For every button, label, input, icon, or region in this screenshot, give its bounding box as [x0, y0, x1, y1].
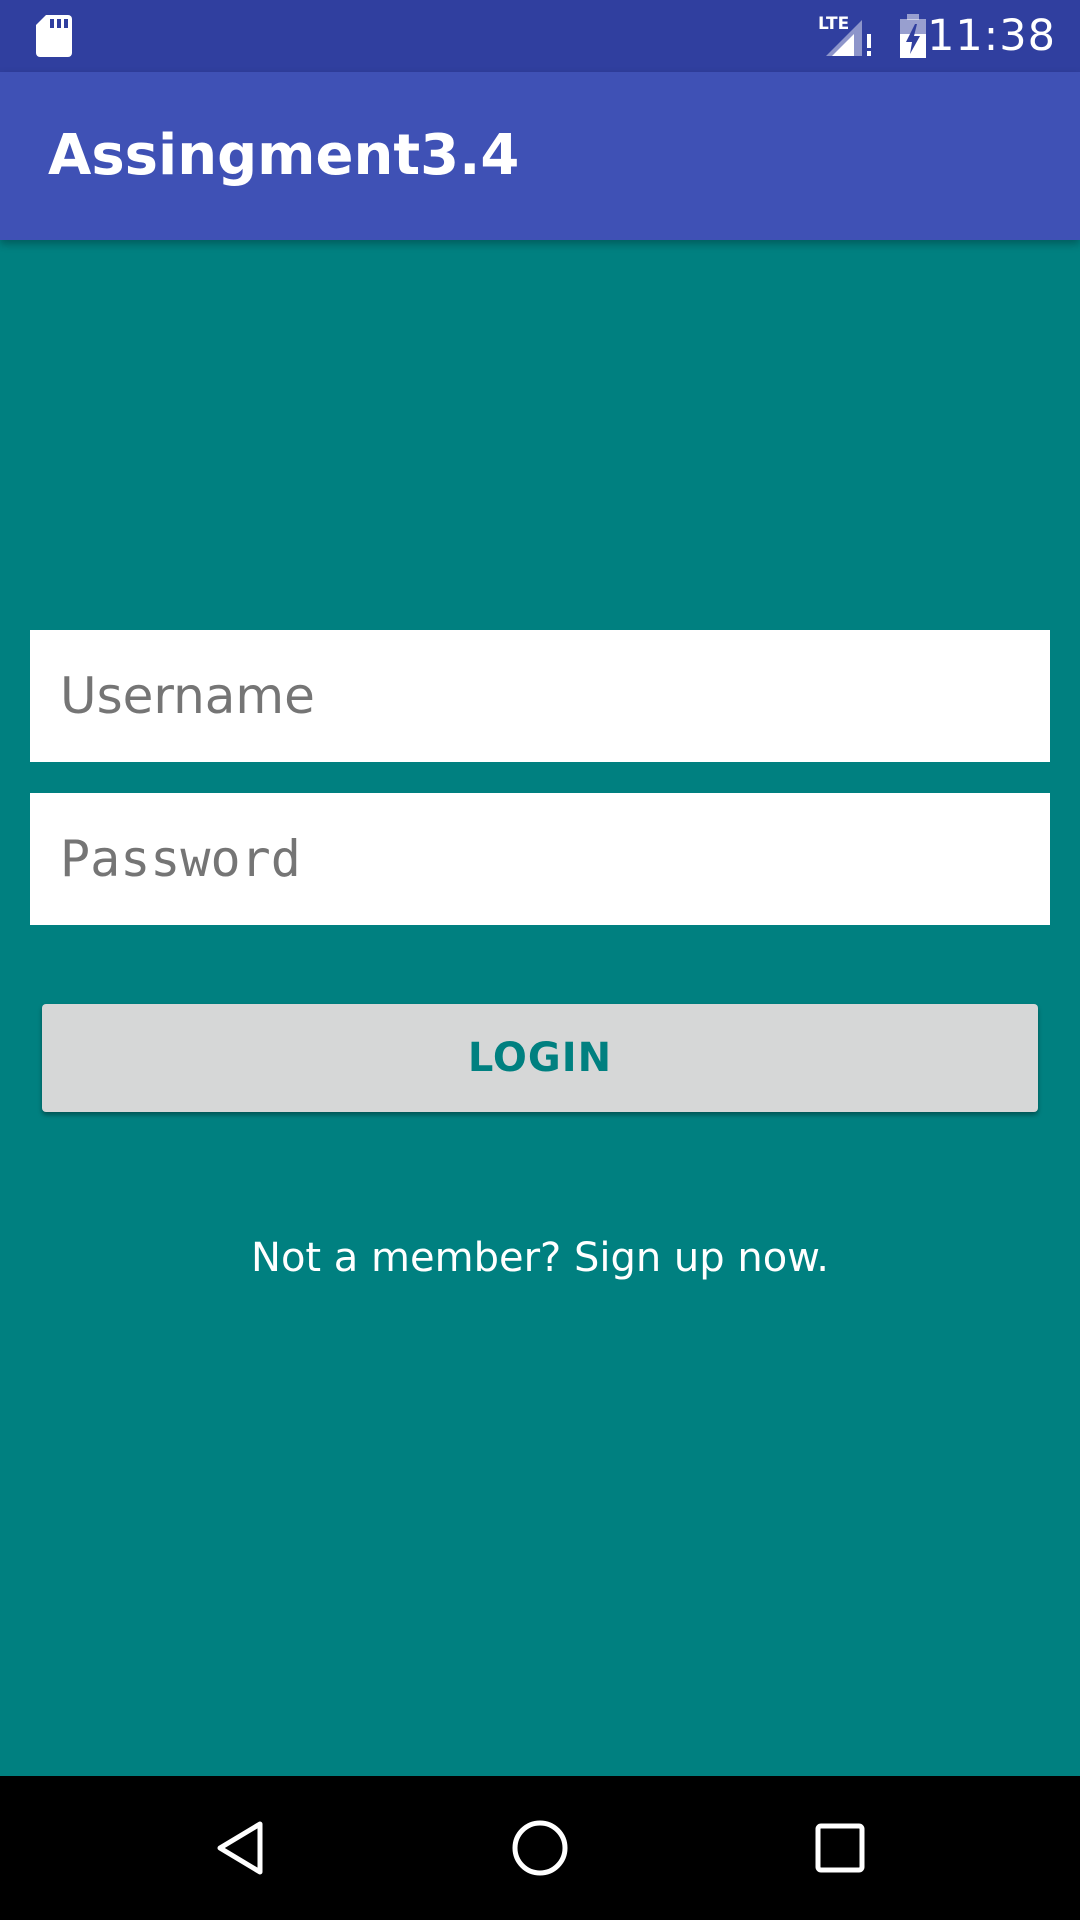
sd-card-icon [36, 15, 72, 57]
signup-link[interactable]: Not a member? Sign up now. [0, 1235, 1080, 1281]
status-bar: LTE 11:38 [0, 0, 1080, 72]
app-bar: Assingment3.4 [0, 72, 1080, 240]
recents-icon [815, 1823, 865, 1873]
battery-charging-icon [900, 14, 926, 58]
username-input[interactable] [30, 630, 1050, 762]
recents-button[interactable] [770, 1776, 910, 1920]
app-title: Assingment3.4 [48, 123, 520, 188]
password-input[interactable] [30, 793, 1050, 925]
lte-signal-icon: LTE [818, 14, 871, 56]
network-type-label: LTE [818, 14, 849, 34]
back-button[interactable] [170, 1776, 310, 1920]
navigation-bar [0, 1776, 1080, 1920]
status-clock: 11:38 [927, 11, 1056, 61]
home-button[interactable] [470, 1776, 610, 1920]
back-icon [217, 1821, 263, 1875]
login-screen: LTE 11:38 Assingment3.4 LOGIN Not a memb… [0, 0, 1080, 1920]
login-button[interactable]: LOGIN [42, 1004, 1038, 1112]
home-icon [512, 1820, 568, 1876]
